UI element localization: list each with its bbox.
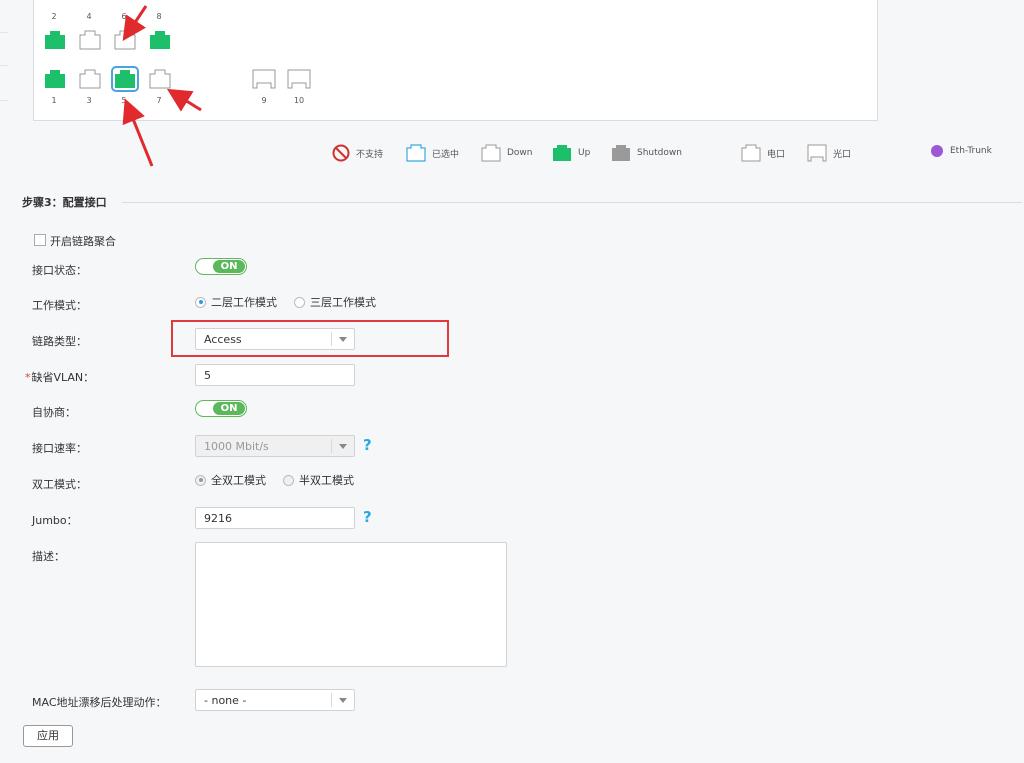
annotation-arrow [122, 5, 148, 41]
annotation-arrows [122, 5, 202, 167]
annotation-arrow [122, 98, 154, 167]
annotation-arrow [166, 88, 202, 112]
